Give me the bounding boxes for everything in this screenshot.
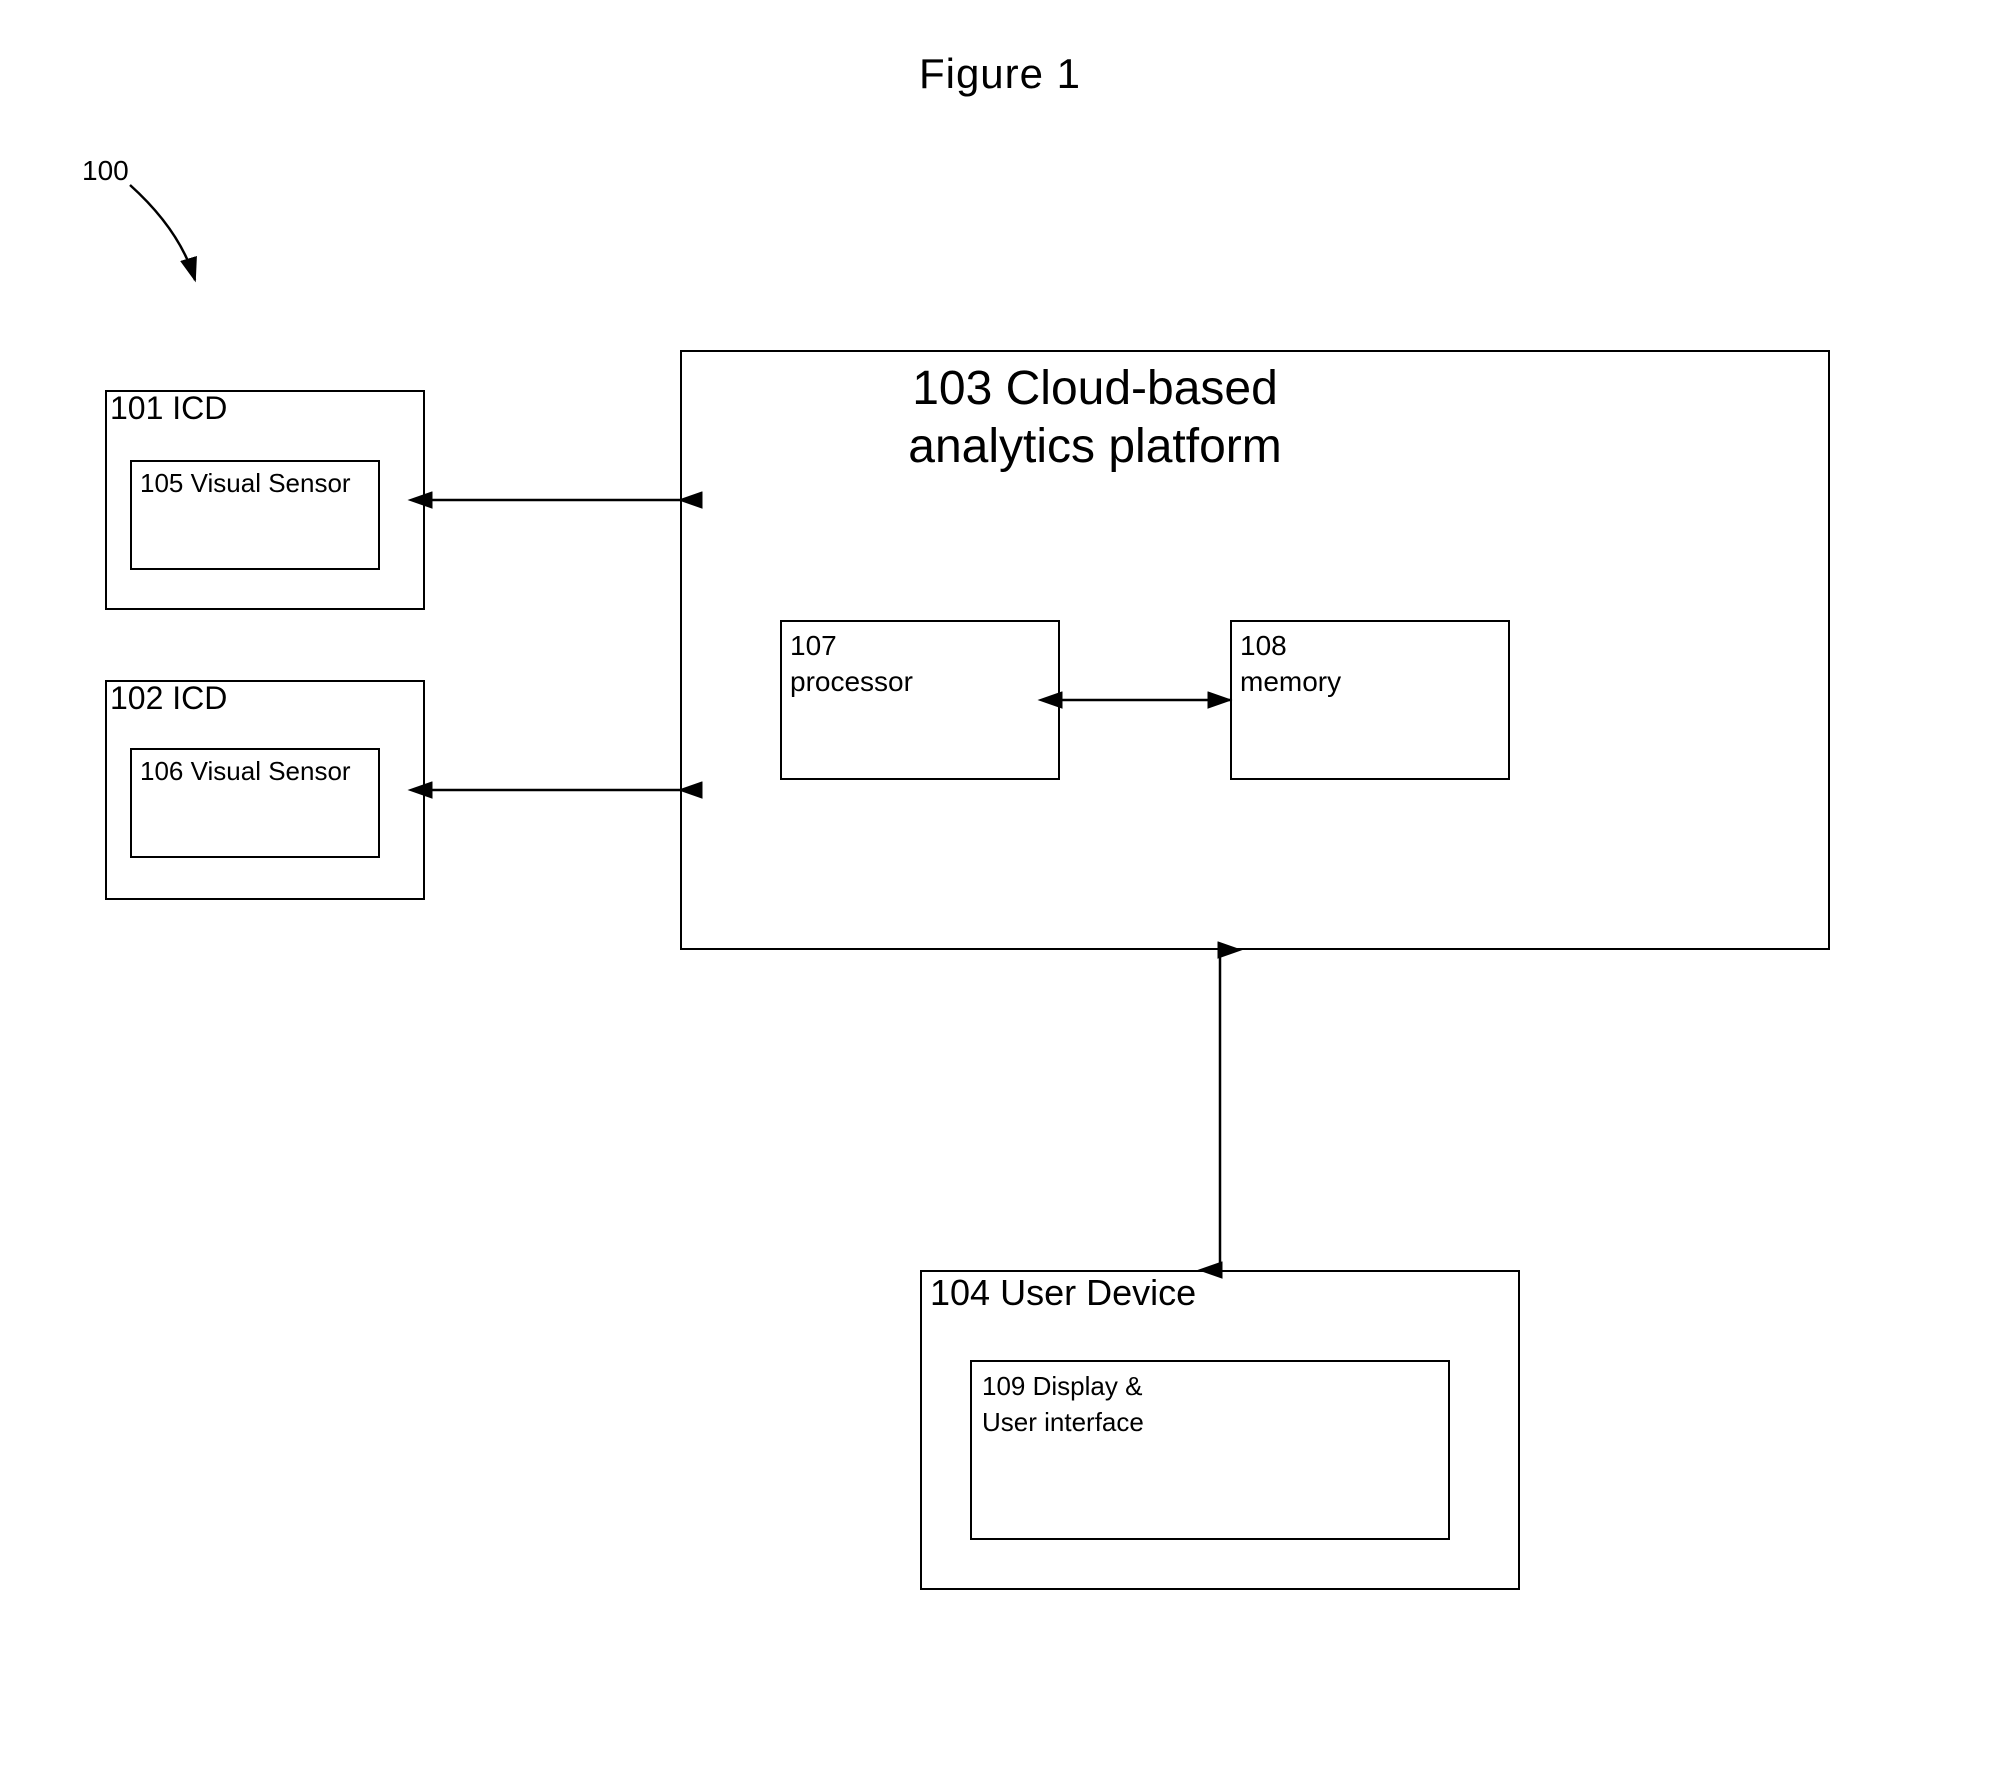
sensor2-name: Visual Sensor (191, 756, 351, 786)
label-user-device: 104 User Device (930, 1272, 1196, 1314)
label-100: 100 (82, 155, 129, 187)
memory-name: memory (1240, 664, 1341, 700)
cloud-name-line2: analytics platform (870, 418, 1320, 476)
label-display: 109 Display & User interface (982, 1368, 1144, 1441)
label-icd2: 102 ICD (110, 680, 227, 717)
system-number-text: 100 (82, 155, 129, 186)
label-sensor1: 105 Visual Sensor (140, 468, 351, 499)
figure-title: Figure 1 (0, 0, 2000, 98)
user-device-number: 104 (930, 1272, 990, 1313)
label-processor: 107 processor (790, 628, 913, 701)
icd1-number: 101 (110, 390, 163, 426)
label-icd1: 101 ICD (110, 390, 227, 427)
display-name: Display & (1033, 1371, 1143, 1401)
user-device-name: User Device (1000, 1272, 1196, 1313)
label-memory: 108 memory (1240, 628, 1341, 701)
processor-number: 107 (790, 628, 913, 664)
cloud-name-line1: 103 Cloud-based (870, 360, 1320, 418)
display-number-name: 109 Display & (982, 1368, 1144, 1404)
sensor1-name: Visual Sensor (191, 468, 351, 498)
icd2-number: 102 (110, 680, 163, 716)
memory-number: 108 (1240, 628, 1341, 664)
display-number: 109 (982, 1371, 1025, 1401)
icd1-name: ICD (172, 390, 227, 426)
processor-name: processor (790, 664, 913, 700)
icd2-name: ICD (172, 680, 227, 716)
label-cloud: 103 Cloud-based analytics platform (870, 360, 1320, 475)
sensor2-number: 106 (140, 756, 183, 786)
display-name2: User interface (982, 1404, 1144, 1440)
label-sensor2: 106 Visual Sensor (140, 756, 351, 787)
sensor1-number: 105 (140, 468, 183, 498)
